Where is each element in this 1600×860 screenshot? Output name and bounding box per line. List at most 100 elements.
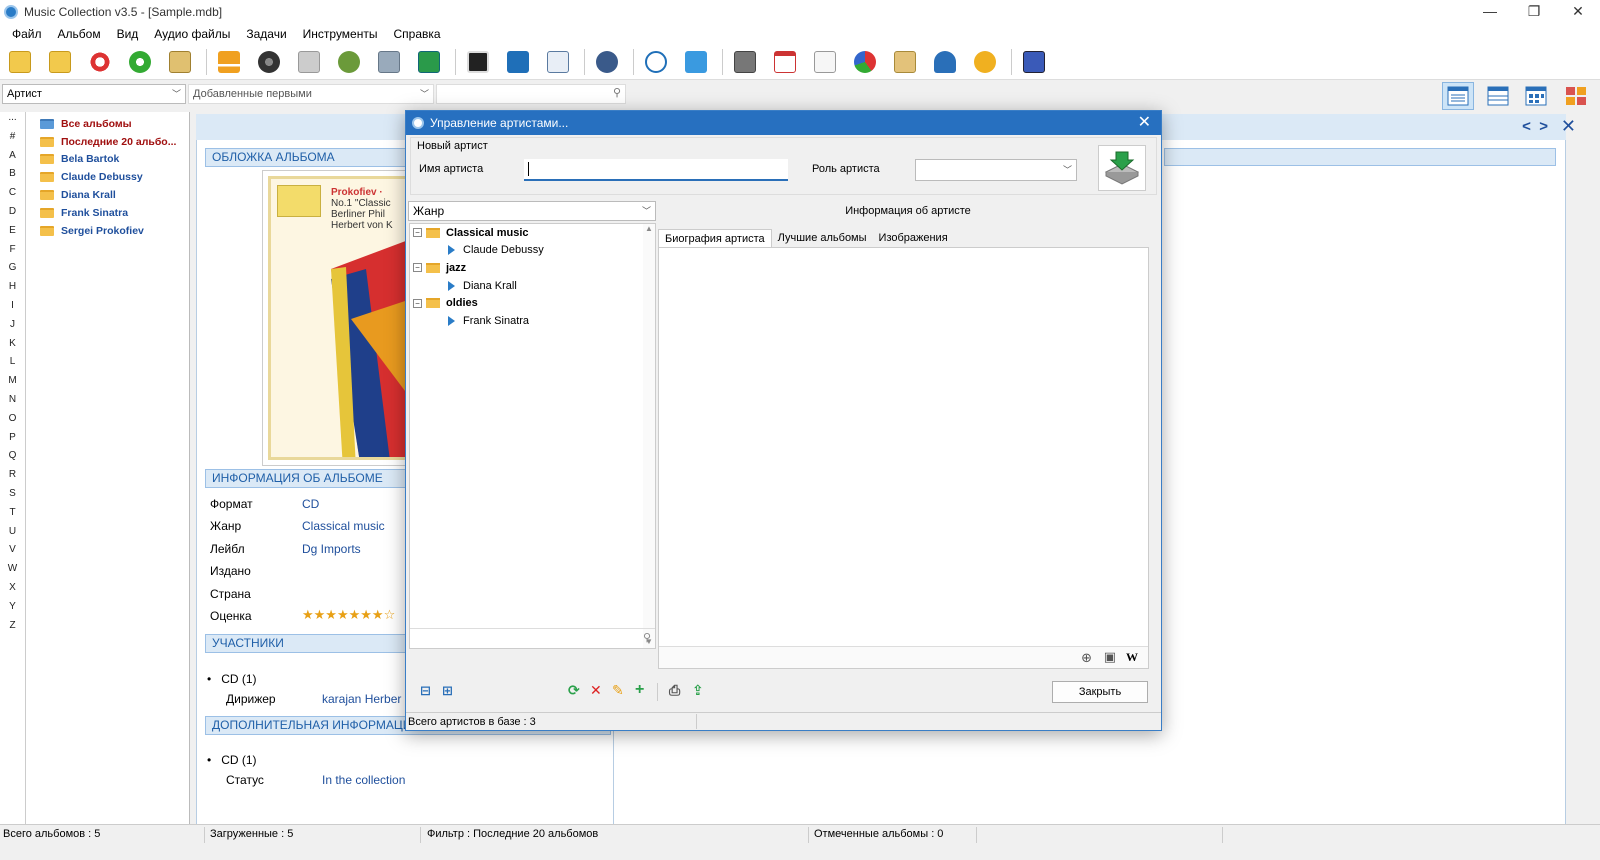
alpha-letter[interactable]: T: [0, 507, 25, 526]
alpha-letter[interactable]: P: [0, 432, 25, 451]
alpha-letter[interactable]: B: [0, 168, 25, 187]
alpha-letter[interactable]: ...: [0, 112, 25, 131]
genre-select[interactable]: Жанр ﹀: [408, 201, 656, 221]
sort-by-select[interactable]: Добавленные первыми ﹀: [188, 84, 434, 104]
collapse-icon[interactable]: −: [413, 263, 422, 273]
alpha-letter[interactable]: I: [0, 300, 25, 319]
artist-row[interactable]: Diana Krall: [410, 277, 655, 295]
album-cover-image[interactable]: Prokofiev · No.1 "Classic Berliner Phil …: [268, 176, 408, 460]
menu-tasks[interactable]: Задачи: [238, 27, 294, 41]
alpha-letter[interactable]: F: [0, 244, 25, 263]
alpha-letter[interactable]: W: [0, 563, 25, 582]
export-icon[interactable]: ⇪: [692, 682, 704, 699]
tree-scrollbar[interactable]: ▲ ▼: [643, 224, 655, 648]
rating-stars[interactable]: ★★★★★★★☆: [302, 607, 395, 623]
menu-view[interactable]: Вид: [109, 27, 147, 41]
wikipedia-icon[interactable]: W: [1126, 650, 1138, 665]
print-icon[interactable]: ⎙: [669, 682, 680, 699]
alpha-letter[interactable]: Y: [0, 601, 25, 620]
upload-icon[interactable]: [971, 48, 999, 76]
save-icon[interactable]: ▣: [1104, 649, 1116, 665]
refresh-icon[interactable]: ⟳: [568, 682, 580, 699]
alpha-letter[interactable]: L: [0, 356, 25, 375]
report-icon[interactable]: [544, 48, 572, 76]
lifebuoy-icon[interactable]: [86, 48, 114, 76]
user-icon[interactable]: [931, 48, 959, 76]
alpha-letter[interactable]: D: [0, 206, 25, 225]
alpha-letter[interactable]: U: [0, 526, 25, 545]
film-icon[interactable]: [464, 48, 492, 76]
alpha-letter[interactable]: M: [0, 375, 25, 394]
group-by-select[interactable]: Артист ﹀: [2, 84, 186, 104]
audio-search-icon[interactable]: [593, 48, 621, 76]
tab-biography[interactable]: Биография артиста: [658, 229, 772, 247]
tree-item-artist[interactable]: Frank Sinatra: [26, 204, 189, 222]
save-artist-button[interactable]: [1098, 145, 1146, 191]
genre-row[interactable]: − oldies: [410, 294, 655, 312]
alpha-letter[interactable]: A: [0, 150, 25, 169]
eject-icon[interactable]: [215, 48, 243, 76]
download-icon[interactable]: [295, 48, 323, 76]
alpha-letter[interactable]: K: [0, 338, 25, 357]
alpha-letter[interactable]: G: [0, 262, 25, 281]
close-window-button[interactable]: ✕: [1556, 0, 1600, 24]
add-icon[interactable]: +: [635, 681, 644, 699]
scroll-up-icon[interactable]: ▲: [643, 224, 655, 233]
participant-name[interactable]: karajan Herber: [322, 692, 401, 706]
minimize-button[interactable]: —: [1468, 0, 1512, 24]
pie-chart-icon[interactable]: [851, 48, 879, 76]
info-value-format[interactable]: CD: [302, 497, 319, 511]
alpha-letter[interactable]: V: [0, 544, 25, 563]
edit-icon[interactable]: [504, 48, 532, 76]
find-disc-icon[interactable]: [166, 48, 194, 76]
alpha-letter[interactable]: R: [0, 469, 25, 488]
tree-item-artist[interactable]: Sergei Prokofiev: [26, 222, 189, 240]
genre-row[interactable]: − Classical music: [410, 224, 655, 242]
genre-row[interactable]: − jazz: [410, 259, 655, 277]
menu-file[interactable]: Файл: [4, 27, 50, 41]
tree-item-recent[interactable]: Последние 20 альбо...: [26, 133, 189, 151]
view-details-button[interactable]: [1442, 82, 1474, 110]
tree-item-artist[interactable]: Diana Krall: [26, 186, 189, 204]
menu-tools[interactable]: Инструменты: [295, 27, 386, 41]
menu-album[interactable]: Альбом: [50, 27, 109, 41]
view-table-button[interactable]: [1482, 82, 1514, 110]
view-grid-button[interactable]: [1520, 82, 1552, 110]
view-covers-button[interactable]: [1560, 82, 1592, 110]
alpha-letter[interactable]: Q: [0, 450, 25, 469]
alpha-letter[interactable]: H: [0, 281, 25, 300]
alpha-letter[interactable]: Z: [0, 620, 25, 639]
alpha-letter[interactable]: C: [0, 187, 25, 206]
document-icon[interactable]: [811, 48, 839, 76]
tree-item-artist[interactable]: Bela Bartok: [26, 151, 189, 169]
edit-pencil-icon[interactable]: ✎: [612, 682, 624, 699]
alpha-letter[interactable]: J: [0, 319, 25, 338]
close-details-icon[interactable]: ✕: [1561, 116, 1576, 137]
web-search-icon[interactable]: ⊕: [1081, 650, 1092, 666]
print-icon[interactable]: [731, 48, 759, 76]
play-icon[interactable]: [642, 48, 670, 76]
search-icon[interactable]: ⚲: [643, 631, 651, 644]
menu-audio-files[interactable]: Аудио файлы: [146, 27, 238, 41]
artist-role-select[interactable]: ﹀: [915, 159, 1077, 181]
restore-button[interactable]: ❐: [1512, 0, 1556, 24]
close-dialog-button[interactable]: Закрыть: [1052, 681, 1148, 703]
text-disc-icon[interactable]: [255, 48, 283, 76]
artist-row[interactable]: Claude Debussy: [410, 242, 655, 260]
expand-all-icon[interactable]: ⊞: [442, 683, 453, 699]
alpha-letter[interactable]: O: [0, 413, 25, 432]
collapse-all-icon[interactable]: ⊟: [420, 683, 431, 699]
alpha-letter[interactable]: E: [0, 225, 25, 244]
delete-icon[interactable]: ✕: [590, 682, 602, 699]
next-icon[interactable]: >: [1539, 118, 1548, 135]
biography-text-area[interactable]: ⊕ ▣ W: [658, 247, 1149, 669]
alpha-letter[interactable]: S: [0, 488, 25, 507]
info-value-label[interactable]: Dg Imports: [302, 542, 361, 556]
alpha-letter[interactable]: #: [0, 131, 25, 150]
tab-images[interactable]: Изображения: [873, 229, 954, 247]
artist-row[interactable]: Frank Sinatra: [410, 312, 655, 330]
collapse-icon[interactable]: −: [413, 298, 422, 308]
calendar-icon[interactable]: [771, 48, 799, 76]
search-key-icon[interactable]: [335, 48, 363, 76]
add-image-icon[interactable]: [415, 48, 443, 76]
